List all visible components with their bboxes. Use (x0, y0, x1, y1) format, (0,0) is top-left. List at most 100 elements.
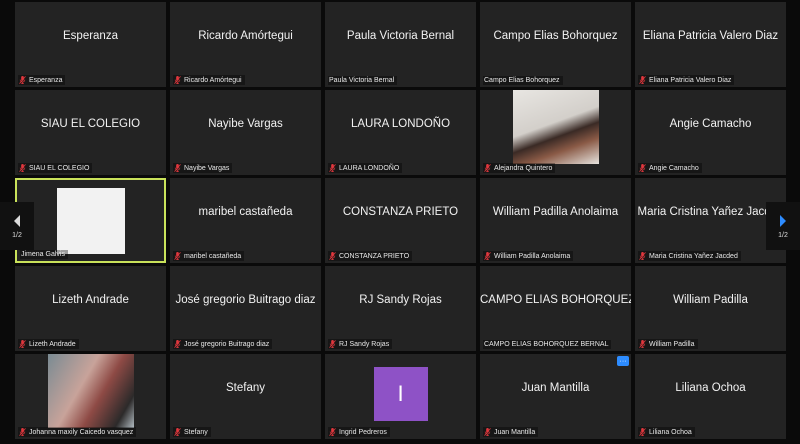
previous-page-button[interactable]: 1/2 (0, 202, 34, 250)
muted-mic-icon (174, 76, 181, 84)
participant-display-name: Ricardo Amórtegui (198, 30, 293, 42)
participant-name: Juan Mantilla (494, 428, 536, 436)
participant-display-name: LAURA LONDOÑO (350, 118, 451, 130)
participant-name: Ingrid Pedreros (339, 428, 387, 436)
participant-tile[interactable]: SIAU EL COLEGIO SIAU EL COLEGIO (15, 90, 166, 175)
participant-name: Paula Victoria Bernal (329, 77, 395, 84)
participant-name: CAMPO ELIAS BOHORQUEZ BERNAL (484, 341, 609, 348)
participant-tile[interactable]: Johanna maxily Caicedo vasquez (15, 354, 166, 439)
muted-mic-icon (329, 340, 336, 348)
participant-name-label: Jimena Galvis (20, 250, 68, 259)
participant-tile[interactable]: Nayibe Vargas Nayibe Vargas (170, 90, 321, 175)
participant-name-label: José gregorio Buitrago diaz (173, 339, 273, 349)
participant-name: José gregorio Buitrago diaz (184, 340, 270, 348)
participant-name: SIAU EL COLEGIO (29, 164, 90, 172)
participant-display-name: maribel castañeda (198, 206, 293, 218)
participant-display-name: Nayibe Vargas (208, 118, 283, 130)
participant-display-name: CONSTANZA PRIETO (342, 206, 459, 218)
participant-tile[interactable]: Campo Elias Bohorquez Campo Elias Bohorq… (480, 2, 631, 87)
participant-name-label: Johanna maxily Caicedo vasquez (18, 427, 137, 437)
participant-display-name: José gregorio Buitrago diaz (175, 294, 316, 306)
participant-tile[interactable]: maribel castañeda maribel castañeda (170, 178, 321, 263)
muted-mic-icon (174, 428, 181, 436)
participant-name-label: LAURA LONDOÑO (328, 163, 403, 173)
participant-video-feed (47, 354, 134, 428)
participant-tile[interactable]: William Padilla William Padilla (635, 266, 786, 351)
active-speaker-tile[interactable]: Jimena Galvis (15, 178, 166, 263)
page-indicator: 1/2 (12, 231, 22, 239)
muted-mic-icon (19, 164, 26, 172)
participant-display-name: Esperanza (63, 30, 118, 42)
participant-display-name: Stefany (226, 382, 265, 394)
participant-name-label: CAMPO ELIAS BOHORQUEZ BERNAL (483, 340, 612, 349)
participant-avatar: I (373, 367, 428, 421)
participant-tile[interactable]: Stefany Stefany (170, 354, 321, 439)
participant-name: CONSTANZA PRIETO (339, 252, 410, 260)
chevron-left-icon (14, 214, 20, 227)
participant-tile[interactable]: Angie Camacho Angie Camacho (635, 90, 786, 175)
participant-name: LAURA LONDOÑO (339, 164, 400, 172)
participant-name-label: RJ Sandy Rojas (328, 339, 393, 349)
participant-tile[interactable]: Esperanza Esperanza (15, 2, 166, 87)
muted-mic-icon (19, 428, 26, 436)
participant-name: William Padilla Anolaima (494, 252, 571, 260)
participant-tile[interactable]: Alejandra Quintero (480, 90, 631, 175)
participant-name-label: William Padilla (638, 339, 698, 349)
participant-tile[interactable]: Eliana Patricia Valero Diaz Eliana Patri… (635, 2, 786, 87)
participant-tile[interactable]: Ricardo Amórtegui Ricardo Amórtegui (170, 2, 321, 87)
participant-tile[interactable]: CONSTANZA PRIETO CONSTANZA PRIETO (325, 178, 476, 263)
participant-name: Esperanza (29, 76, 63, 84)
muted-mic-icon (639, 428, 646, 436)
participant-video-feed (512, 90, 599, 164)
muted-mic-icon (484, 252, 491, 260)
participant-name-label: Angie Camacho (638, 163, 702, 173)
muted-mic-icon (19, 340, 26, 348)
participant-display-name: Angie Camacho (669, 118, 752, 130)
participant-display-name: CAMPO ELIAS BOHORQUEZ BERNAL (480, 294, 631, 306)
participant-display-name: Lizeth Andrade (52, 294, 129, 306)
participant-tile[interactable]: ··· Juan Mantilla Juan Mantilla (480, 354, 631, 439)
participant-tile[interactable]: José gregorio Buitrago diaz José gregori… (170, 266, 321, 351)
next-page-button[interactable]: 1/2 (766, 202, 800, 250)
participant-tile[interactable]: Maria Cristina Yañez Jacded Maria Cristi… (635, 178, 786, 263)
participant-tile[interactable]: William Padilla Anolaima William Padilla… (480, 178, 631, 263)
participant-display-name: Maria Cristina Yañez Jacded (637, 206, 784, 218)
participant-tile[interactable]: CAMPO ELIAS BOHORQUEZ BERNAL CAMPO ELIAS… (480, 266, 631, 351)
muted-mic-icon (484, 428, 491, 436)
participant-name: Campo Elias Bohorquez (484, 77, 560, 84)
muted-mic-icon (639, 164, 646, 172)
muted-mic-icon (639, 252, 646, 260)
participant-tile[interactable]: I Ingrid Pedreros (325, 354, 476, 439)
participant-name-label: Ricardo Amórtegui (173, 75, 245, 85)
participant-name-label: Alejandra Quintero (483, 163, 556, 173)
participant-tile[interactable]: Lizeth Andrade Lizeth Andrade (15, 266, 166, 351)
participant-name-label: Maria Cristina Yañez Jacded (638, 251, 741, 261)
participant-name-label: Eliana Patricia Valero Diaz (638, 75, 735, 85)
participant-name-label: Stefany (173, 427, 211, 437)
participant-tile[interactable]: Liliana Ochoa Liliana Ochoa (635, 354, 786, 439)
participant-tile[interactable]: RJ Sandy Rojas RJ Sandy Rojas (325, 266, 476, 351)
participant-name: Nayibe Vargas (184, 164, 230, 172)
participant-more-options-button[interactable]: ··· (617, 356, 629, 366)
participant-name-label: Esperanza (18, 75, 66, 85)
participant-name-label: Nayibe Vargas (173, 163, 233, 173)
muted-mic-icon (174, 164, 181, 172)
participant-display-name: William Padilla (673, 294, 748, 306)
muted-mic-icon (329, 164, 336, 172)
participant-name: Ricardo Amórtegui (184, 76, 242, 84)
participant-tile[interactable]: Paula Victoria Bernal Paula Victoria Ber… (325, 2, 476, 87)
participant-display-name: William Padilla Anolaima (492, 206, 619, 218)
muted-mic-icon (639, 76, 646, 84)
participant-name-label: Paula Victoria Bernal (328, 76, 398, 85)
participant-name-label: William Padilla Anolaima (483, 251, 574, 261)
participant-display-name: Liliana Ochoa (675, 382, 746, 394)
participant-display-name: Paula Victoria Bernal (346, 30, 455, 42)
participant-tile[interactable]: LAURA LONDOÑO LAURA LONDOÑO (325, 90, 476, 175)
participant-display-name: SIAU EL COLEGIO (40, 118, 141, 130)
participant-name: Jimena Galvis (21, 251, 65, 258)
participant-name-label: Ingrid Pedreros (328, 427, 390, 437)
participant-name-label: SIAU EL COLEGIO (18, 163, 93, 173)
participant-name-label: Lizeth Andrade (18, 339, 79, 349)
participant-name-label: Juan Mantilla (483, 427, 539, 437)
participant-name-label: Campo Elias Bohorquez (483, 76, 563, 85)
